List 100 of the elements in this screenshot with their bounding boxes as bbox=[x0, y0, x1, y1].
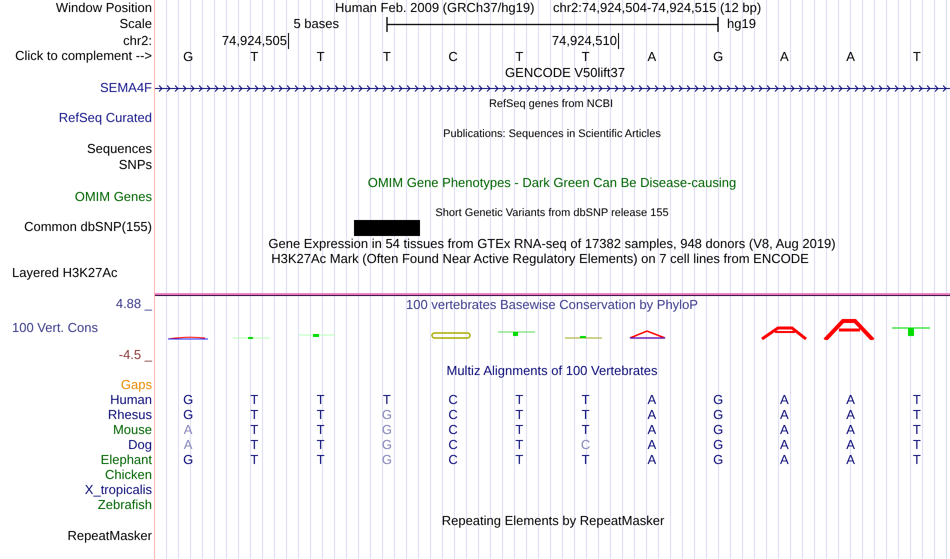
axis-label: -4.5 _ bbox=[118, 347, 152, 362]
track-title: OMIM Gene Phenotypes - Dark Green Can Be Disease-causing bbox=[368, 175, 736, 191]
aligned-base: A bbox=[184, 437, 192, 452]
track-title: Publications: Sequences in Scientific Articles bbox=[443, 127, 661, 142]
aligned-base: T bbox=[912, 392, 921, 407]
aligned-base: C bbox=[448, 437, 458, 452]
aligned-base: A bbox=[780, 422, 789, 437]
track-label[interactable]: chr2: bbox=[123, 33, 152, 48]
aligned-base: G bbox=[713, 437, 724, 452]
gene-strand-line[interactable] bbox=[155, 84, 950, 93]
aligned-base: T bbox=[250, 452, 258, 467]
aligned-base: G bbox=[382, 422, 392, 437]
base-letter[interactable]: T bbox=[316, 49, 325, 64]
aligned-base: T bbox=[582, 452, 590, 467]
base-letter[interactable]: A bbox=[648, 49, 656, 64]
aligned-base: A bbox=[846, 407, 855, 422]
base-letter[interactable]: G bbox=[713, 49, 724, 64]
aligned-base: G bbox=[183, 407, 194, 422]
aligned-base: T bbox=[515, 392, 524, 407]
aligned-base: T bbox=[912, 452, 921, 467]
database-label: hg19 bbox=[727, 16, 756, 32]
aligned-base: C bbox=[580, 437, 590, 452]
track-title: Repeating Elements by RepeatMasker bbox=[442, 513, 664, 529]
track-title: RefSeq genes from NCBI bbox=[488, 97, 614, 112]
aligned-base: T bbox=[582, 392, 590, 407]
aligned-base: G bbox=[382, 437, 392, 452]
coordinate-label: 74,924,505 bbox=[222, 33, 289, 49]
base-letter[interactable]: T bbox=[250, 49, 258, 64]
base-letter[interactable]: A bbox=[780, 49, 789, 64]
aligned-base: A bbox=[846, 437, 855, 452]
track-title: Gene Expression in 54 tissues from GTEx RNA-seq of 17382 samples, 948 donors (V8, Aug 2019) bbox=[268, 236, 836, 252]
track-title: Short Genetic Variants from dbSNP release 155 bbox=[435, 206, 669, 221]
aligned-base: A bbox=[648, 422, 656, 437]
aligned-base: A bbox=[648, 407, 656, 422]
track-label[interactable]: RefSeq Curated bbox=[58, 110, 152, 125]
aligned-base: G bbox=[713, 422, 724, 437]
base-letter[interactable]: T bbox=[912, 49, 921, 64]
aligned-base: A bbox=[780, 437, 789, 452]
aligned-base: T bbox=[316, 422, 325, 437]
aligned-base: A bbox=[846, 392, 855, 407]
base-letter[interactable]: T bbox=[582, 49, 590, 64]
aligned-base: A bbox=[184, 422, 192, 437]
aligned-base: A bbox=[780, 392, 789, 407]
track-label[interactable]: Chicken bbox=[105, 467, 152, 482]
track-label[interactable]: OMIM Genes bbox=[74, 189, 152, 204]
aligned-base: A bbox=[648, 452, 656, 467]
track-title: 100 vertebrates Basewise Conservation by PhyloP bbox=[406, 297, 698, 313]
track-label[interactable]: Scale bbox=[119, 16, 152, 31]
aligned-base: T bbox=[382, 392, 391, 407]
track-label[interactable]: SNPs bbox=[118, 157, 152, 172]
base-letter[interactable]: G bbox=[183, 49, 194, 64]
base-letter[interactable]: T bbox=[382, 49, 391, 64]
aligned-base: T bbox=[316, 452, 325, 467]
track-label[interactable]: SEMA4F bbox=[100, 80, 152, 95]
aligned-base: T bbox=[515, 422, 524, 437]
aligned-base: T bbox=[515, 407, 524, 422]
aligned-base: T bbox=[515, 437, 524, 452]
base-letter[interactable]: A bbox=[846, 49, 855, 64]
aligned-base: T bbox=[250, 392, 258, 407]
track-label[interactable]: 100 Vert. Cons bbox=[12, 320, 98, 335]
track-label[interactable]: Rhesus bbox=[108, 407, 152, 422]
track-label[interactable]: Elephant bbox=[100, 452, 152, 467]
aligned-base: T bbox=[582, 407, 590, 422]
aligned-base: T bbox=[316, 392, 325, 407]
track-label[interactable]: Mouse bbox=[112, 422, 152, 437]
aligned-base: A bbox=[846, 422, 855, 437]
scale-label: 5 bases bbox=[293, 16, 339, 32]
aligned-base: C bbox=[448, 407, 458, 422]
aligned-base: A bbox=[780, 452, 789, 467]
aligned-base: T bbox=[582, 422, 590, 437]
aligned-base: G bbox=[713, 392, 724, 407]
aligned-base: A bbox=[846, 452, 855, 467]
aligned-base: A bbox=[648, 392, 656, 407]
aligned-base: T bbox=[515, 452, 524, 467]
position-text: chr2:74,924,504-74,924,515 (12 bp) bbox=[553, 0, 762, 16]
track-label[interactable]: Click to complement --> bbox=[15, 48, 152, 63]
aligned-base: G bbox=[382, 452, 392, 467]
aligned-base: T bbox=[912, 422, 921, 437]
aligned-base: T bbox=[912, 437, 921, 452]
track-title: Multiz Alignments of 100 Vertebrates bbox=[446, 363, 658, 379]
base-letter[interactable]: T bbox=[515, 49, 524, 64]
aligned-base: A bbox=[780, 407, 789, 422]
track-label[interactable]: Common dbSNP(155) bbox=[24, 219, 152, 234]
track-label[interactable]: Window Position bbox=[56, 0, 152, 15]
aligned-base: T bbox=[316, 437, 325, 452]
aligned-base: C bbox=[448, 452, 458, 467]
aligned-base: G bbox=[713, 452, 724, 467]
track-label[interactable]: Sequences bbox=[86, 141, 152, 156]
aligned-base: G bbox=[183, 392, 194, 407]
track-label[interactable]: Dog bbox=[128, 437, 152, 452]
aligned-base: C bbox=[448, 392, 458, 407]
track-label[interactable]: RepeatMasker bbox=[67, 528, 152, 543]
aligned-base: G bbox=[382, 407, 392, 422]
track-label[interactable]: Layered H3K27Ac bbox=[12, 265, 118, 280]
coordinate-label: 74,924,510 bbox=[552, 33, 619, 49]
track-label[interactable]: Zebrafish bbox=[98, 497, 152, 512]
track-label[interactable]: X_tropicalis bbox=[84, 482, 152, 497]
track-label[interactable]: Human bbox=[110, 392, 152, 407]
aligned-base: T bbox=[250, 422, 258, 437]
base-letter[interactable]: C bbox=[448, 49, 458, 64]
